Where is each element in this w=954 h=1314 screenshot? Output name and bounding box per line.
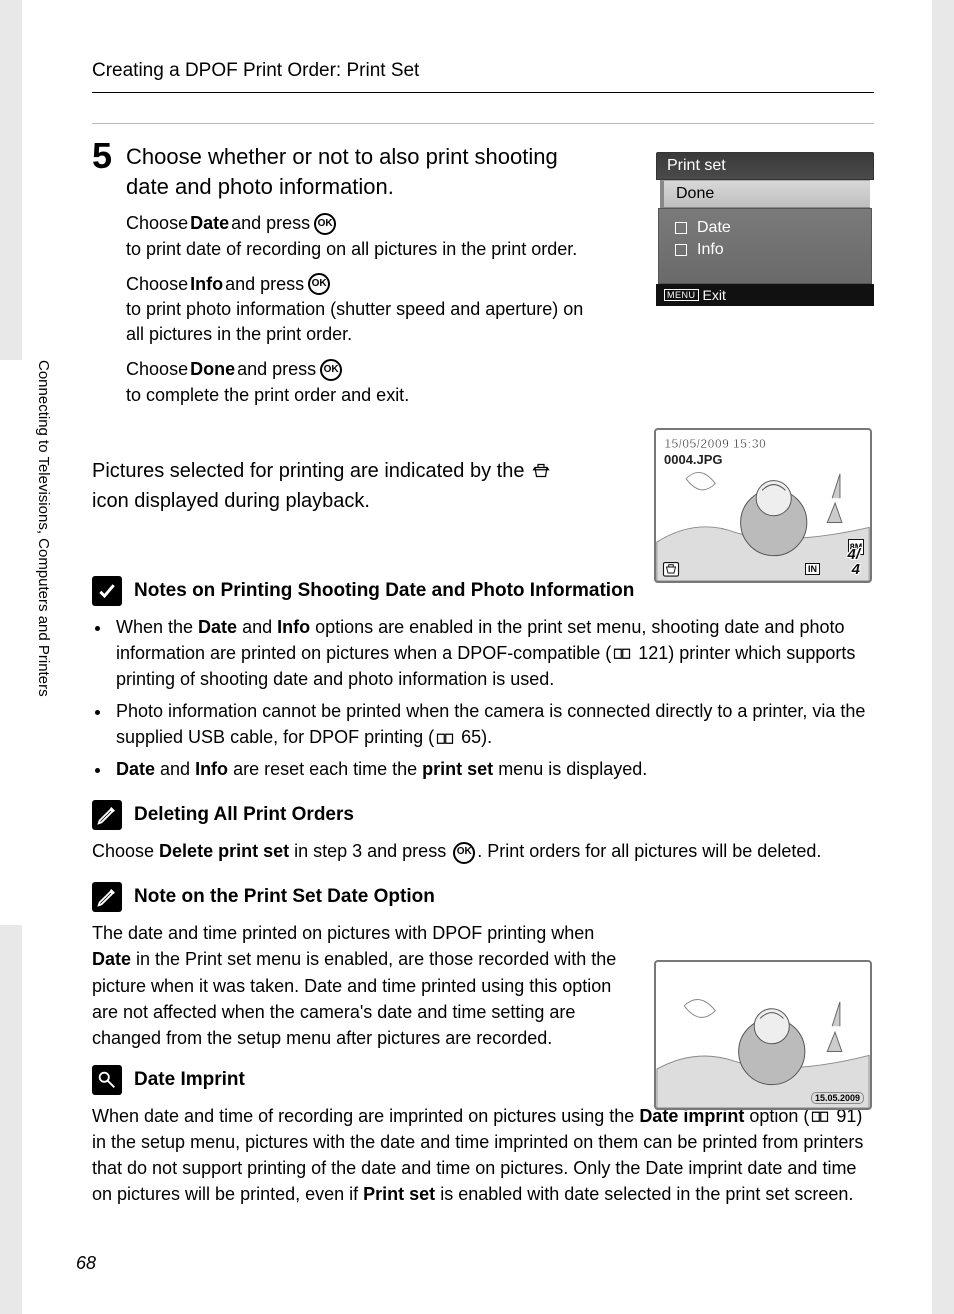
bold: Date xyxy=(116,759,155,779)
bold: Info xyxy=(277,617,310,637)
subsection-title: Date Imprint xyxy=(134,1069,245,1091)
text: 65). xyxy=(456,727,492,747)
text: When date and time of recording are impr… xyxy=(92,1106,639,1126)
page-ref-icon xyxy=(436,732,454,746)
text: Choose xyxy=(92,841,159,861)
photo-illustration xyxy=(656,962,870,1108)
checkbox-icon xyxy=(675,244,687,256)
lcd-filename: 0004.JPG xyxy=(664,452,723,467)
bold: Date xyxy=(92,949,131,969)
bullet-item: Date and Info are reset each time the pr… xyxy=(112,756,874,782)
bold: Date xyxy=(198,617,237,637)
ok-icon: OK xyxy=(453,842,475,864)
bullet-item: When the Date and Info options are enabl… xyxy=(112,614,874,692)
in-badge: IN xyxy=(805,563,820,575)
counter-total: 4 xyxy=(852,561,860,578)
bullet-list: When the Date and Info options are enabl… xyxy=(98,614,874,783)
text: Choose xyxy=(126,272,188,297)
exit-label: Exit xyxy=(703,287,726,303)
text: When the xyxy=(116,617,198,637)
text: and xyxy=(155,759,195,779)
option-label: Info xyxy=(697,241,724,259)
bullet-item: Photo information cannot be printed when… xyxy=(112,698,874,750)
text: and press xyxy=(237,357,316,382)
bold: Date xyxy=(190,211,229,236)
screen-footer: MENU Exit xyxy=(656,284,874,306)
lcd-counter: 4/ 4 xyxy=(847,547,860,577)
screen-done-row: Done xyxy=(660,180,870,208)
pencil-icon xyxy=(92,800,122,830)
page-ref-icon xyxy=(811,1110,829,1124)
pencil-icon xyxy=(92,882,122,912)
playback-lcd: 15/05/2009 15:30 0004.JPG 8M IN 4/ 4 xyxy=(654,428,872,583)
bold: Delete print set xyxy=(159,841,289,861)
text: Choose xyxy=(126,357,188,382)
text: to print date of recording on all pictur… xyxy=(126,237,577,262)
print-order-icon xyxy=(532,463,550,480)
imprint-date-badge: 15.05.2009 xyxy=(811,1092,864,1104)
text: Choose xyxy=(126,211,188,236)
bold: print set xyxy=(422,759,493,779)
bold: Print set xyxy=(363,1184,435,1204)
text: . Print orders for all pictures will be … xyxy=(477,841,821,861)
step-number: 5 xyxy=(92,138,112,174)
option-date: Date xyxy=(675,217,855,239)
lcd-date: 15/05/2009 15:30 xyxy=(664,436,766,451)
step-title: Choose whether or not to also print shoo… xyxy=(126,142,596,201)
ok-icon: OK xyxy=(308,273,330,295)
page-number: 68 xyxy=(76,1253,96,1274)
text: menu is displayed. xyxy=(493,759,647,779)
text: and press xyxy=(225,272,304,297)
date-option-lcd: 15.05.2009 xyxy=(654,960,872,1110)
text: in step 3 and press xyxy=(289,841,451,861)
text: is enabled with date selected in the pri… xyxy=(435,1184,853,1204)
bold: Info xyxy=(190,272,223,297)
playback-paragraph: Pictures selected for printing are indic… xyxy=(92,456,592,516)
print-order-icon xyxy=(662,561,680,578)
subsection-head: Deleting All Print Orders xyxy=(92,800,874,830)
step-para-date: Choose Date and press OK to print date o… xyxy=(126,211,586,261)
step-para-done: Choose Done and press OK to complete the… xyxy=(126,357,586,407)
side-margin-white xyxy=(0,360,22,790)
subsection-title: Deleting All Print Orders xyxy=(134,804,354,826)
section-text: When date and time of recording are impr… xyxy=(92,1103,874,1207)
side-tab xyxy=(0,790,22,925)
text: and press xyxy=(231,211,310,236)
option-info: Info xyxy=(675,239,855,261)
ok-icon: OK xyxy=(320,359,342,381)
subsection-title: Note on the Print Set Date Option xyxy=(134,886,435,908)
text: are reset each time the xyxy=(228,759,422,779)
text: Pictures selected for printing are indic… xyxy=(92,460,530,482)
bold: Info xyxy=(195,759,228,779)
text: The date and time printed on pictures wi… xyxy=(92,923,594,943)
text: and xyxy=(237,617,277,637)
menu-badge: MENU xyxy=(664,289,699,301)
ok-icon: OK xyxy=(314,213,336,235)
step-para-info: Choose Info and press OK to print photo … xyxy=(126,272,586,348)
bold: Done xyxy=(190,357,235,382)
notes-shooting-date: Notes on Printing Shooting Date and Phot… xyxy=(92,576,874,783)
subsection-title: Notes on Printing Shooting Date and Phot… xyxy=(134,580,634,602)
page-title: Creating a DPOF Print Order: Print Set xyxy=(92,60,874,93)
section-text: Choose Delete print set in step 3 and pr… xyxy=(92,838,874,864)
option-label: Date xyxy=(697,219,731,237)
screen-options: Date Info xyxy=(658,208,872,284)
text: to print photo information (shutter spee… xyxy=(126,297,586,347)
sidebar-section-label: Connecting to Televisions, Computers and… xyxy=(35,360,52,790)
section-text: The date and time printed on pictures wi… xyxy=(92,920,622,1050)
divider xyxy=(92,123,874,124)
page-ref-icon xyxy=(613,647,631,661)
tip-icon xyxy=(92,1065,122,1095)
check-icon xyxy=(92,576,122,606)
text: to complete the print order and exit. xyxy=(126,383,409,408)
page: Creating a DPOF Print Order: Print Set 5… xyxy=(22,0,932,1314)
camera-screen-printset: Print set Done Date Info MENU Exit xyxy=(656,152,874,306)
subsection-head: Note on the Print Set Date Option xyxy=(92,882,874,912)
notes-deleting-orders: Deleting All Print Orders Choose Delete … xyxy=(92,800,874,864)
text: icon displayed during playback. xyxy=(92,490,370,512)
checkbox-icon xyxy=(675,222,687,234)
screen-title: Print set xyxy=(656,152,874,180)
text: in the Print set menu is enabled, are th… xyxy=(92,949,616,1047)
